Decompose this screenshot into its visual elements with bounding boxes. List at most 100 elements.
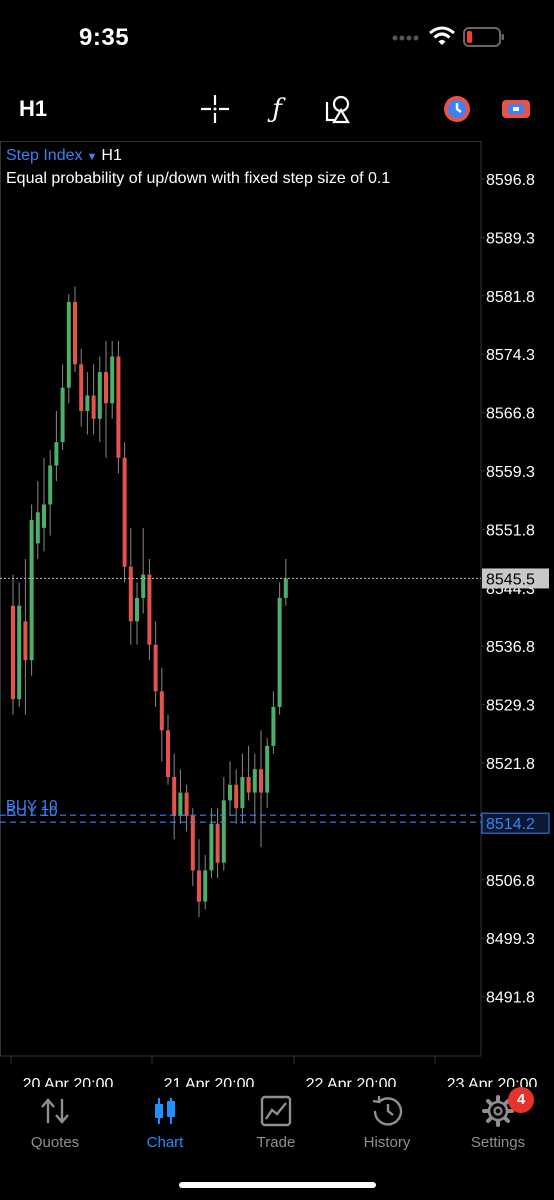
battery-icon <box>463 27 504 47</box>
candle-up <box>29 520 34 661</box>
price-axis-label: 8589.3 <box>486 230 535 247</box>
candles-icon <box>155 1098 175 1124</box>
symbol-name[interactable]: Step Index <box>6 147 83 164</box>
price-axis-label: 8506.8 <box>486 873 535 890</box>
candle-up <box>209 823 214 871</box>
candle-down <box>172 777 177 816</box>
candle-down <box>184 792 189 816</box>
current-price-label: 8545.5 <box>486 571 535 588</box>
candle-up <box>178 792 183 816</box>
time-axis-label: 23 Apr 20:00 <box>447 1076 538 1087</box>
candle-up <box>85 395 90 412</box>
chart-timeframe: H1 <box>101 147 122 164</box>
chart-symbol-row[interactable]: Step Index ▼ H1 <box>6 147 122 165</box>
time-axis-label: 21 Apr 20:00 <box>164 1076 255 1087</box>
candle-up <box>60 387 65 443</box>
status-bar: 9:35 <box>0 0 554 74</box>
candle-up <box>35 512 40 544</box>
candle-down <box>128 566 133 622</box>
candle-up <box>240 777 245 809</box>
time-axis-label: 22 Apr 20:00 <box>306 1076 397 1087</box>
tab-label: Settings <box>470 1134 526 1151</box>
candle-down <box>159 691 164 731</box>
candle-up <box>221 800 226 863</box>
price-axis-label: 8596.8 <box>486 172 535 189</box>
candle-up <box>66 302 71 388</box>
price-chart[interactable]: 8596.8 8589.3 8581.8 8574.3 8566.8 8559.3 8551… <box>0 141 554 1087</box>
tab-settings[interactable]: Settings <box>443 1088 553 1158</box>
candle-down <box>197 870 201 902</box>
candle-down <box>259 769 263 793</box>
price-axis-label: 8559.3 <box>486 464 535 481</box>
candle-down <box>153 644 158 692</box>
candle-down <box>79 364 84 412</box>
candle-up <box>97 372 102 419</box>
candle-up <box>228 784 232 801</box>
candle-down <box>234 784 239 809</box>
tab-quotes[interactable]: Quotes <box>0 1088 110 1158</box>
candle-down <box>116 356 121 458</box>
candle-up <box>277 597 282 707</box>
switch-icon[interactable] <box>440 92 474 126</box>
candle-down <box>122 457 127 567</box>
tab-trade[interactable]: Trade <box>221 1088 331 1158</box>
price-axis-label: 8491.8 <box>486 990 535 1007</box>
price-axis-label: 8566.8 <box>486 406 535 423</box>
chart-canvas[interactable]: 8596.8 8589.3 8581.8 8574.3 8566.8 8559.3 8551… <box>0 141 554 1087</box>
candle-down <box>166 730 170 778</box>
price-axis-label: 8574.3 <box>486 347 535 364</box>
price-axis-label: 8581.8 <box>486 289 535 306</box>
candle-down <box>147 574 152 645</box>
candle-up <box>252 769 257 793</box>
trade-chart-icon <box>260 1095 292 1127</box>
symbol-dropdown-icon[interactable]: ▼ <box>87 151 98 163</box>
price-axis-label: 8521.8 <box>486 756 535 773</box>
candle-down <box>246 777 251 793</box>
candle-up <box>42 504 46 528</box>
accounts-icon[interactable] <box>499 92 533 126</box>
tab-label: Chart <box>146 1134 184 1151</box>
settings-badge: 4 <box>508 1087 534 1113</box>
candle-up <box>135 597 139 622</box>
svg-text:ƒ: ƒ <box>267 94 286 124</box>
tab-label: Quotes <box>30 1134 80 1151</box>
arrows-updown-icon <box>41 1098 69 1124</box>
tab-label: History <box>363 1134 411 1151</box>
price-axis-label: 8499.3 <box>486 931 535 948</box>
candle-down <box>91 395 96 419</box>
price-axis-label: 8551.8 <box>486 522 535 539</box>
objects-icon[interactable] <box>322 92 356 126</box>
candle-up <box>54 442 59 466</box>
price-axis-label: 8529.3 <box>486 698 535 715</box>
candle-up <box>48 465 53 505</box>
time-axis-label: 20 Apr 20:00 <box>23 1076 114 1087</box>
candle-up <box>265 745 270 793</box>
candle-down <box>73 302 77 365</box>
candle-down <box>190 815 195 871</box>
candle-up <box>283 578 288 598</box>
candle-up <box>203 870 208 902</box>
timeframe-button[interactable]: H1 <box>19 96 47 122</box>
chart-frame <box>0 141 482 1057</box>
symbol-description: Equal probability of up/down with fixed … <box>6 170 391 187</box>
candle-down <box>215 823 220 863</box>
history-clock-icon <box>372 1096 403 1126</box>
price-axis-label: 8536.8 <box>486 639 535 656</box>
wifi-icon <box>429 26 455 45</box>
chart-toolbar: H1 ƒ <box>0 80 554 136</box>
candle-down <box>23 621 28 661</box>
status-time: 9:35 <box>79 24 130 51</box>
tab-label: Trade <box>256 1134 296 1151</box>
order-label: BUY 10 <box>6 803 57 820</box>
candle-up <box>110 356 115 404</box>
tab-history[interactable]: History <box>332 1088 442 1158</box>
candle-up <box>271 706 276 746</box>
crosshair-icon[interactable] <box>198 92 232 126</box>
candle-up <box>17 605 22 700</box>
candle-down <box>11 605 15 700</box>
tab-chart[interactable]: Chart <box>110 1088 220 1158</box>
order-price-label: 8514.2 <box>486 816 535 833</box>
function-icon[interactable]: ƒ <box>260 92 294 126</box>
signal-icon <box>392 35 419 41</box>
home-indicator <box>179 1182 376 1188</box>
